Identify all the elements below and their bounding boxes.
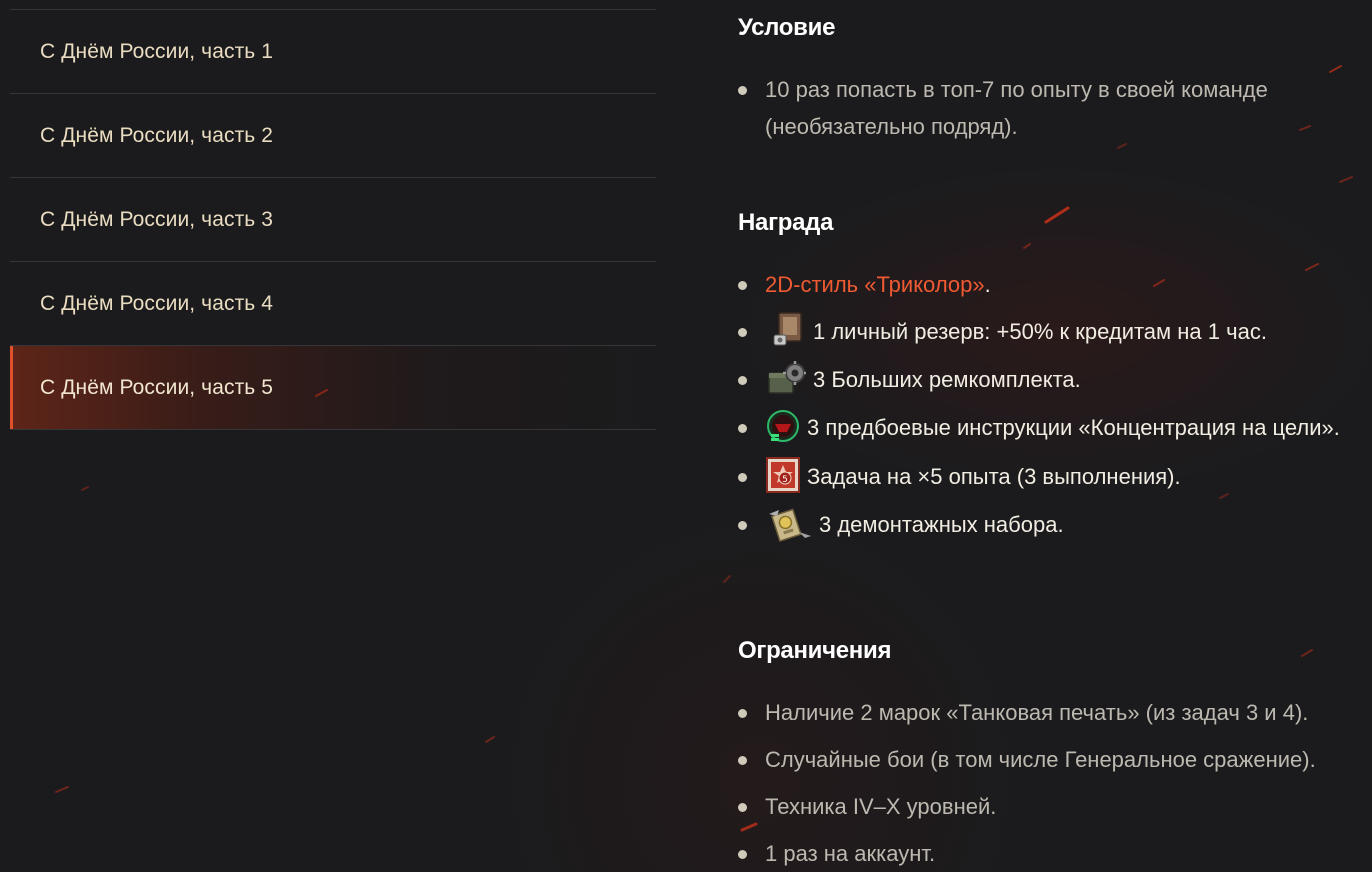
sidebar-item-label: С Днём России, часть 3 (40, 207, 274, 231)
reward-list: 2D-стиль «Триколор». 1 личный резерв: +5… (738, 266, 1372, 555)
reward-item-demounting-kit: 3 демонтажных набора. (738, 506, 1372, 545)
sidebar-item-part-5-active[interactable]: С Днём России, часть 5 (10, 346, 656, 430)
sidebar-nav: С Днём России, часть 1 С Днём России, ча… (10, 9, 656, 430)
sidebar-item-part-1[interactable]: С Днём России, часть 1 (10, 10, 656, 94)
sidebar-item-label: С Днём России, часть 4 (40, 291, 274, 315)
page: С Днём России, часть 1 С Днём России, ча… (0, 0, 1372, 872)
reward-item-xp-task: 5 Задача на ×5 опыта (3 выполнения). (738, 456, 1372, 497)
reward-item-text: 3 демонтажных набора. (819, 511, 1064, 537)
demounting-kit-icon (765, 504, 813, 542)
restrictions-list: Наличие 2 марок «Танковая печать» (из за… (738, 694, 1372, 872)
combat-instruction-icon (765, 408, 801, 446)
reward-title: Награда (738, 209, 834, 236)
tricolor-style-link[interactable]: 2D-стиль «Триколор» (765, 272, 985, 297)
reward-item-reserve: 1 личный резерв: +50% к кредитам на 1 ча… (738, 311, 1372, 352)
svg-text:5: 5 (782, 475, 788, 485)
reward-item-style: 2D-стиль «Триколор». (738, 266, 1372, 303)
restrictions-title: Ограничения (738, 637, 892, 664)
reward-style-suffix: . (984, 272, 991, 297)
sidebar-item-label: С Днём России, часть 1 (40, 39, 274, 63)
restriction-item: Случайные бои (в том числе Генеральное с… (738, 741, 1372, 778)
reward-item-instruction: 3 предбоевые инструкции «Концентрация на… (738, 409, 1372, 448)
sidebar-item-part-4[interactable]: С Днём России, часть 4 (10, 262, 656, 346)
condition-list: 10 раз попасть в топ-7 по опыту в своей … (738, 71, 1372, 155)
reward-item-text: 3 предбоевые инструкции «Концентрация на… (807, 415, 1340, 441)
restriction-item: Техника IV–X уровней. (738, 788, 1372, 825)
repair-kit-icon (765, 359, 807, 397)
reward-item-text: 3 Больших ремкомплекта. (813, 367, 1081, 393)
reward-item-repair-kit: 3 Больших ремкомплекта. (738, 361, 1372, 400)
xp-multiplier-icon: 5 (765, 456, 801, 494)
personal-reserve-icon (765, 311, 807, 349)
condition-item: 10 раз попасть в топ-7 по опыту в своей … (738, 71, 1372, 145)
sidebar-item-part-3[interactable]: С Днём России, часть 3 (10, 178, 656, 262)
sidebar-item-label: С Днём России, часть 5 (40, 375, 274, 399)
restriction-item: 1 раз на аккаунт. (738, 835, 1372, 872)
restriction-item: Наличие 2 марок «Танковая печать» (из за… (738, 694, 1372, 731)
reward-item-text: Задача на ×5 опыта (3 выполнения). (807, 463, 1181, 489)
sidebar-item-label: С Днём России, часть 2 (40, 123, 274, 147)
reward-item-text: 1 личный резерв: +50% к кредитам на 1 ча… (813, 319, 1267, 344)
sidebar-item-part-2[interactable]: С Днём России, часть 2 (10, 94, 656, 178)
condition-title: Условие (738, 14, 836, 41)
